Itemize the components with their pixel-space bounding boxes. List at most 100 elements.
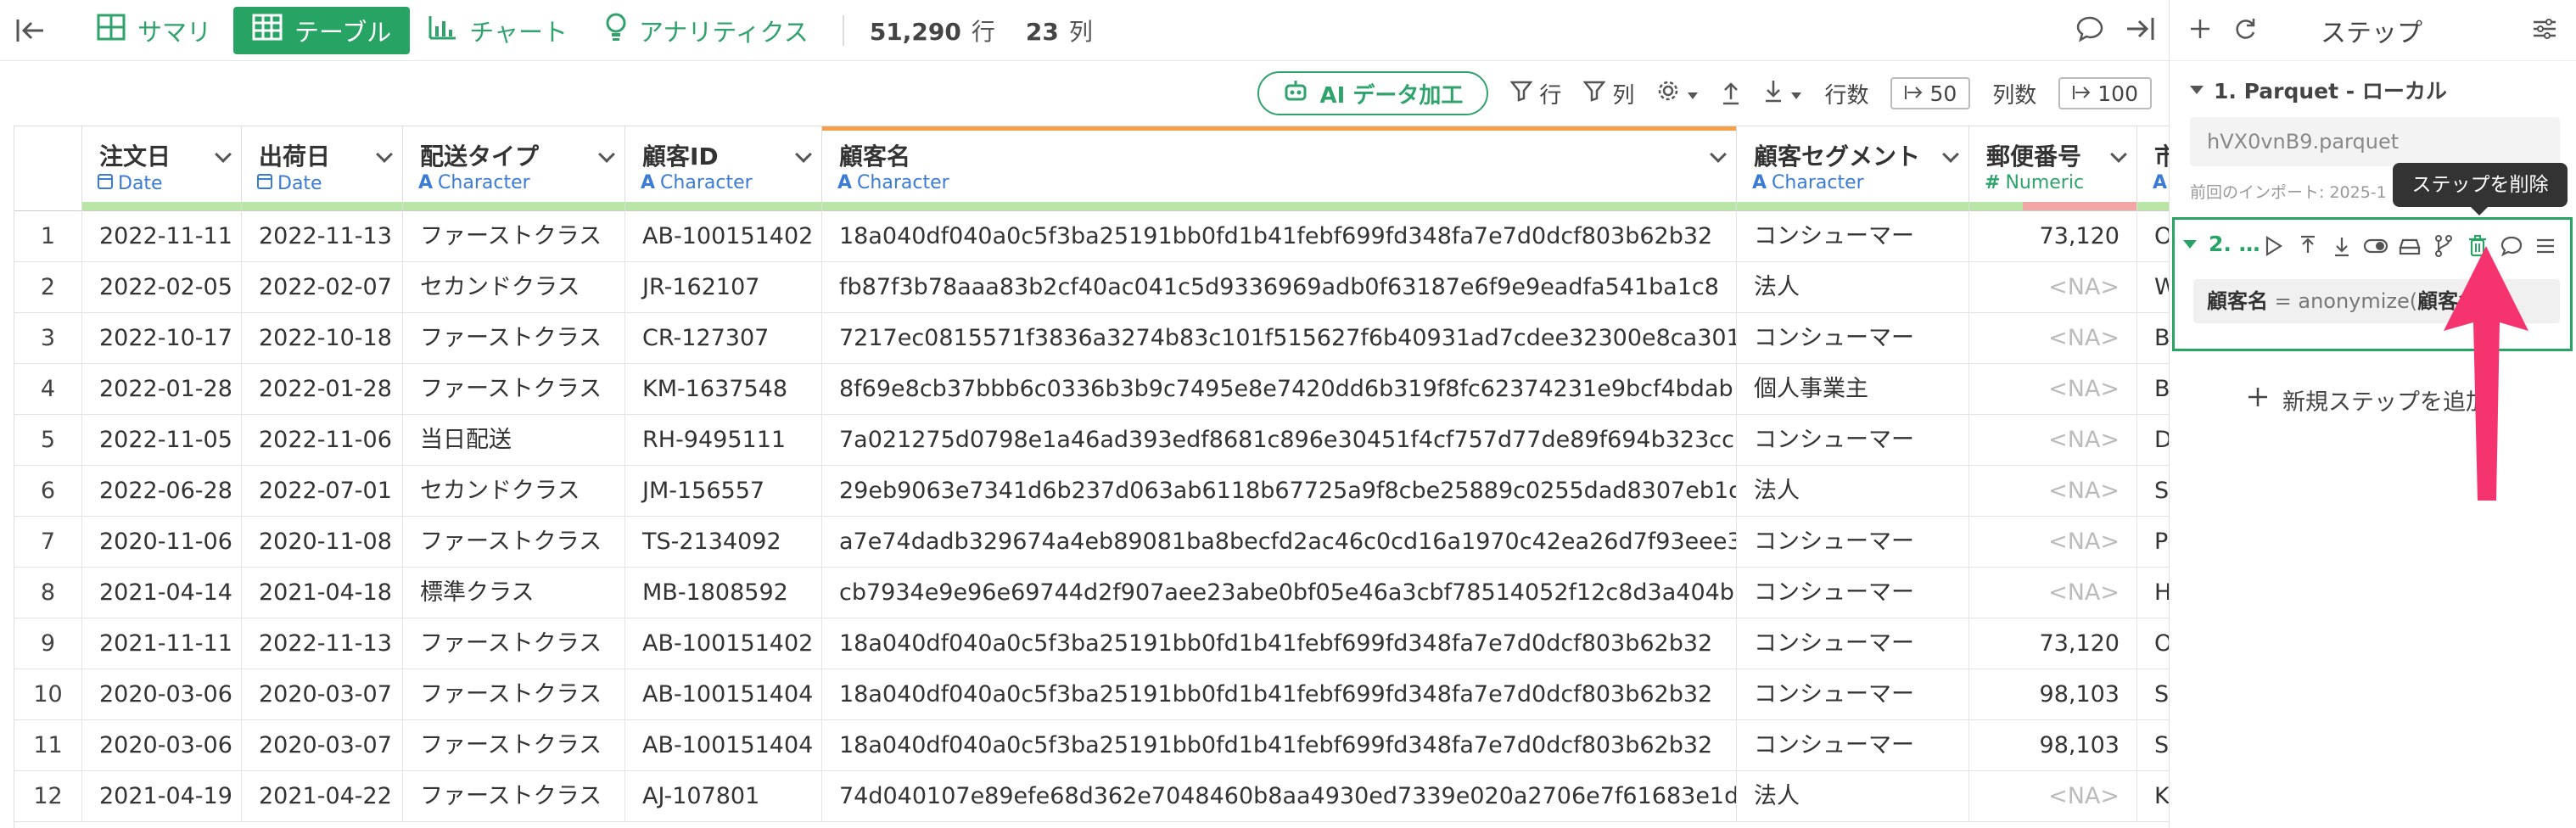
table-cell[interactable]: 98,103 xyxy=(1969,720,2137,771)
table-cell[interactable]: AB-100151402 xyxy=(625,211,822,262)
table-cell[interactable]: コンシューマー xyxy=(1737,720,1969,771)
table-row[interactable]: 10 2020-03-06 2020-03-07 ファーストクラス AB-1001514… xyxy=(14,669,2169,720)
sliders-icon[interactable] xyxy=(2532,17,2557,44)
chevron-down-icon[interactable] xyxy=(2110,146,2127,163)
table-cell[interactable]: Har xyxy=(2137,568,2169,618)
table-cell[interactable]: ファーストクラス xyxy=(403,517,625,568)
upload-icon[interactable] xyxy=(1721,81,1741,106)
table-cell[interactable]: Por xyxy=(2137,517,2169,568)
table-cell[interactable]: 法人 xyxy=(1737,262,1969,313)
table-cell[interactable]: Ber xyxy=(2137,364,2169,415)
table-cell[interactable]: 2020-03-07 xyxy=(242,669,403,720)
collapse-left-icon[interactable] xyxy=(14,14,48,48)
table-cell[interactable]: 2022-11-13 xyxy=(242,618,403,669)
column-header[interactable]: 市ACh xyxy=(2137,126,2169,211)
table-cell[interactable]: 2022-11-11 xyxy=(82,211,242,262)
table-cell[interactable]: Syd xyxy=(2137,466,2169,517)
table-row[interactable]: 4 2022-01-28 2022-01-28 ファーストクラス KM-1637548 8… xyxy=(14,364,2169,415)
chevron-down-icon[interactable] xyxy=(215,146,232,163)
column-filter-button[interactable]: 列 xyxy=(1582,78,1634,109)
table-cell[interactable]: 74d040107e89efe68d362e7048460b8aa4930ed7… xyxy=(822,771,1737,822)
table-row[interactable]: 3 2022-10-17 2022-10-18 ファーストクラス CR-127307 72… xyxy=(14,313,2169,364)
table-cell[interactable]: AJ-107801 xyxy=(625,771,822,822)
table-cell[interactable]: <NA> xyxy=(1969,313,2137,364)
table-cell[interactable]: 18a040df040a0c5f3ba25191bb0fd1b41febf699… xyxy=(822,211,1737,262)
table-cell[interactable]: JR-162107 xyxy=(625,262,822,313)
table-cell[interactable]: 法人 xyxy=(1737,771,1969,822)
table-cell[interactable]: cb7934e9e96e69744d2f907aee23abe0bf05e46a… xyxy=(822,568,1737,618)
table-cell[interactable]: コンシューマー xyxy=(1737,313,1969,364)
row-filter-button[interactable]: 行 xyxy=(1509,78,1561,109)
table-cell[interactable]: 当日配送 xyxy=(403,415,625,466)
table-cell[interactable]: Dak xyxy=(2137,415,2169,466)
column-header[interactable]: 顧客ID A Character xyxy=(625,126,822,211)
comment-icon[interactable] xyxy=(2075,15,2104,42)
table-cell[interactable]: AB-100151404 xyxy=(625,669,822,720)
table-cell[interactable]: 73,120 xyxy=(1969,211,2137,262)
table-cell[interactable]: 2022-01-28 xyxy=(82,364,242,415)
column-header[interactable]: 出荷日 Date xyxy=(242,126,403,211)
table-cell[interactable]: Kab xyxy=(2137,771,2169,822)
tab-summary[interactable]: サマリ xyxy=(78,7,230,54)
table-cell[interactable]: 標準クラス xyxy=(403,568,625,618)
table-row[interactable]: 8 2021-04-14 2021-04-18 標準クラス MB-1808592 cb79… xyxy=(14,568,2169,618)
settings-dropdown[interactable] xyxy=(1656,79,1699,109)
table-cell[interactable]: ファーストクラス xyxy=(403,211,625,262)
table-cell[interactable]: ファーストクラス xyxy=(403,720,625,771)
table-cell[interactable]: KM-1637548 xyxy=(625,364,822,415)
table-cell[interactable]: 法人 xyxy=(1737,466,1969,517)
table-cell[interactable]: 2022-11-06 xyxy=(242,415,403,466)
table-cell[interactable]: 7a021275d0798e1a46ad393edf8681c896e30451… xyxy=(822,415,1737,466)
table-cell[interactable]: 73,120 xyxy=(1969,618,2137,669)
run-icon[interactable] xyxy=(2261,233,2287,259)
table-cell[interactable]: 2022-02-05 xyxy=(82,262,242,313)
step-1-file[interactable]: hVX0vnB9.parquet xyxy=(2190,117,2560,166)
column-header[interactable]: 郵便番号 # Numeric xyxy=(1969,126,2137,211)
table-cell[interactable]: 7217ec0815571f3836a3274b83c101f515627f6b… xyxy=(822,313,1737,364)
table-cell[interactable]: ファーストクラス xyxy=(403,313,625,364)
table-cell[interactable]: 2021-11-11 xyxy=(82,618,242,669)
table-cell[interactable]: 2022-10-18 xyxy=(242,313,403,364)
table-cell[interactable]: <NA> xyxy=(1969,262,2137,313)
table-cell[interactable]: ファーストクラス xyxy=(403,771,625,822)
column-header[interactable]: 顧客セグメント A Character xyxy=(1737,126,1969,211)
table-cell[interactable]: MB-1808592 xyxy=(625,568,822,618)
column-header[interactable]: 注文日 Date xyxy=(82,126,242,211)
table-cell[interactable]: <NA> xyxy=(1969,466,2137,517)
table-cell[interactable]: 2020-03-07 xyxy=(242,720,403,771)
table-cell[interactable]: Bris xyxy=(2137,313,2169,364)
table-row[interactable]: 1 2022-11-11 2022-11-13 ファーストクラス AB-10015140… xyxy=(14,211,2169,262)
table-cell[interactable]: 2020-11-06 xyxy=(82,517,242,568)
table-cell[interactable]: 2021-04-19 xyxy=(82,771,242,822)
ai-data-processing-button[interactable]: AI データ加工 xyxy=(1257,71,1489,115)
table-row[interactable]: 9 2021-11-11 2022-11-13 ファーストクラス AB-10015140… xyxy=(14,618,2169,669)
table-row[interactable]: 6 2022-06-28 2022-07-01 セカンドクラス JM-156557 29e… xyxy=(14,466,2169,517)
table-cell[interactable]: <NA> xyxy=(1969,568,2137,618)
table-cell[interactable]: 2022-06-28 xyxy=(82,466,242,517)
table-cell[interactable]: Wol xyxy=(2137,262,2169,313)
chevron-down-icon[interactable] xyxy=(598,146,615,163)
table-cell[interactable]: コンシューマー xyxy=(1737,415,1969,466)
chevron-down-icon[interactable] xyxy=(1710,146,1727,163)
table-cell[interactable]: 29eb9063e7341d6b237d063ab6118b67725a9f8c… xyxy=(822,466,1737,517)
toggle-icon[interactable] xyxy=(2363,233,2388,259)
table-cell[interactable]: コンシューマー xyxy=(1737,211,1969,262)
branch-icon[interactable] xyxy=(2397,233,2422,259)
table-cell[interactable]: セカンドクラス xyxy=(403,262,625,313)
table-cell[interactable]: Okl xyxy=(2137,618,2169,669)
chevron-down-icon[interactable] xyxy=(795,146,812,163)
table-cell[interactable]: 2020-03-06 xyxy=(82,720,242,771)
column-header[interactable]: 配送タイプ A Character xyxy=(403,126,625,211)
table-cell[interactable]: 2022-07-01 xyxy=(242,466,403,517)
table-cell[interactable]: コンシューマー xyxy=(1737,669,1969,720)
table-cell[interactable]: JM-156557 xyxy=(625,466,822,517)
table-cell[interactable]: Sea xyxy=(2137,669,2169,720)
table-cell[interactable]: 2022-01-28 xyxy=(242,364,403,415)
tab-analytics[interactable]: アナリティクス xyxy=(586,7,827,54)
table-row[interactable]: 5 2022-11-05 2022-11-06 当日配送 RH-9495111 7a021… xyxy=(14,415,2169,466)
plus-icon[interactable] xyxy=(2188,17,2212,44)
table-cell[interactable]: 2020-11-08 xyxy=(242,517,403,568)
table-cell[interactable]: 2022-11-05 xyxy=(82,415,242,466)
table-cell[interactable]: セカンドクラス xyxy=(403,466,625,517)
table-cell[interactable]: 18a040df040a0c5f3ba25191bb0fd1b41febf699… xyxy=(822,618,1737,669)
